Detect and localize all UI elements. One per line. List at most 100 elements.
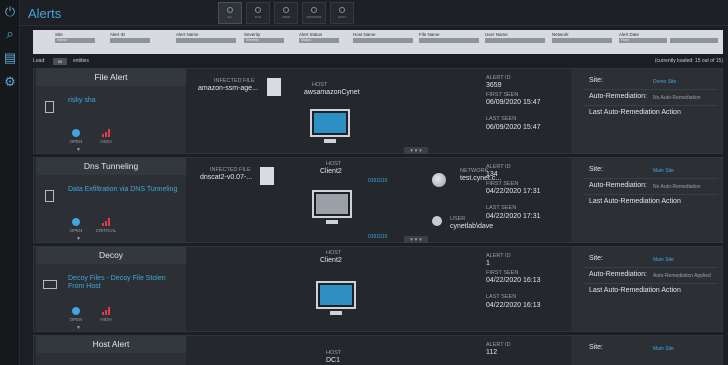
alert-id-label: ALERT ID <box>486 253 511 259</box>
filter-input[interactable]: Status <box>299 38 339 43</box>
expand-button[interactable]: ▼▼▼ <box>404 236 428 243</box>
site-value[interactable]: Demo Site <box>653 79 676 85</box>
alert-row[interactable]: Host Alert HOST DC1 ALERT ID 112 Site: M… <box>33 335 723 365</box>
infected-file-label: INFECTED FILE <box>210 167 251 173</box>
file-icon <box>267 78 281 96</box>
filter-label: User Name <box>485 32 508 37</box>
tab-label: ALL <box>227 15 233 19</box>
alert-id-value: 1 <box>486 260 490 267</box>
filter-input[interactable]: Severity <box>244 38 284 43</box>
remediation-panel: Site: Demo Site Auto-Remediation: No Aut… <box>572 69 722 153</box>
first-seen-label: FIRST SEEN <box>486 181 519 187</box>
user-icon <box>283 7 289 13</box>
alert-info: ALERT ID 112 <box>484 336 569 365</box>
filter-network[interactable]: Network <box>552 32 612 43</box>
filter-alert-date[interactable]: Alert Date From <box>619 32 718 43</box>
site-value[interactable]: Main Site <box>653 257 674 263</box>
filter-alert-status[interactable]: Alert Status Status <box>299 32 339 43</box>
filter-input[interactable] <box>353 38 413 43</box>
tab-host[interactable]: HOST <box>330 2 354 24</box>
filter-bar: Site Select Alert ID Alert Name Severity S… <box>33 30 723 54</box>
severity-label: HIGH <box>100 139 112 144</box>
alert-id-value: 134 <box>486 171 498 178</box>
auto-remediation-label: Auto-Remediation: <box>589 182 647 189</box>
host-label: HOST <box>312 82 328 88</box>
alert-category: Decoy <box>36 247 186 264</box>
host-label: HOST <box>326 161 342 167</box>
alert-id-label: ALERT ID <box>486 164 511 170</box>
filter-input[interactable] <box>552 38 612 43</box>
first-seen-value: 04/22/2020 16:13 <box>486 277 541 284</box>
infected-file-value: dnscat2-v0.07-... <box>200 174 253 181</box>
tab-network[interactable]: NETWORK <box>302 2 326 24</box>
filter-file-name[interactable]: File Name <box>419 32 479 43</box>
status-label: OPEN <box>69 228 83 233</box>
tab-file[interactable]: FILE <box>246 2 270 24</box>
load-row: Load: 50 entities (currently loaded: 15 … <box>33 58 723 68</box>
filter-label: Alert Status <box>299 32 323 37</box>
filter-input-from[interactable]: From <box>619 38 667 43</box>
alert-card[interactable]: File Alert risky sha OPEN HIGH ▼ <box>36 69 186 153</box>
alert-row[interactable]: File Alert risky sha OPEN HIGH ▼ INFECTE… <box>33 68 723 154</box>
alert-card[interactable]: Dns Tunneling Data Exfiltration via DNS … <box>36 158 186 242</box>
power-icon[interactable]: ⏻ <box>2 4 18 20</box>
filter-input[interactable] <box>176 38 236 43</box>
status-open[interactable]: OPEN <box>62 129 90 144</box>
filter-alert-name[interactable]: Alert Name <box>176 32 236 43</box>
alert-card[interactable]: Host Alert <box>36 336 186 365</box>
divider <box>583 194 718 195</box>
play-icon <box>72 218 80 226</box>
filter-input[interactable] <box>110 38 150 43</box>
alert-row[interactable]: Decoy Decoy Files - Decoy File Stolen Fr… <box>33 246 723 332</box>
alert-name[interactable]: Data Exfiltration via DNS Tunneling <box>68 186 178 194</box>
gear-icon[interactable]: ⚙ <box>2 74 18 90</box>
tab-user[interactable]: USER <box>274 2 298 24</box>
site-label: Site: <box>589 166 604 173</box>
site-label: Site: <box>589 344 604 351</box>
alerts-panel: Site Select Alert ID Alert Name Severity S… <box>33 30 723 365</box>
alert-card[interactable]: Decoy Decoy Files - Decoy File Stolen Fr… <box>36 247 186 331</box>
load-select[interactable]: 50 <box>53 58 67 65</box>
remediation-panel: Site: Main Site <box>572 336 722 365</box>
alert-name[interactable]: risky sha <box>68 97 178 105</box>
chevron-down-icon[interactable]: ▼ <box>76 147 81 153</box>
filter-label: Alert Name <box>176 32 199 37</box>
alert-category: File Alert <box>36 69 186 86</box>
filter-input[interactable]: Select <box>55 38 95 43</box>
chevron-down-icon[interactable]: ▼ <box>76 236 81 242</box>
computer-icon <box>310 109 350 137</box>
alert-id-value: 112 <box>486 349 498 356</box>
filter-user-name[interactable]: User Name <box>485 32 545 43</box>
filter-alert-id[interactable]: Alert ID <box>110 32 150 43</box>
document-icon[interactable]: ▤ <box>2 50 18 66</box>
screen <box>314 113 346 133</box>
filter-input-to[interactable] <box>670 38 718 43</box>
tab-all[interactable]: ALL <box>218 2 242 24</box>
filter-host-name[interactable]: Host Name <box>353 32 413 43</box>
site-value[interactable]: Main Site <box>653 346 674 352</box>
status-open[interactable]: OPEN <box>62 218 90 233</box>
severity-indicator: CRITICAL <box>92 218 120 233</box>
site-value[interactable]: Main Site <box>653 168 674 174</box>
filter-input[interactable] <box>419 38 479 43</box>
alert-diagram: INFECTED FILE amazon-ssm-age... HOST aws… <box>192 69 480 154</box>
status-open[interactable]: OPEN <box>62 307 90 322</box>
monitor-icon <box>43 280 57 289</box>
page-title: Alerts <box>28 6 62 21</box>
host-value: awsamazonCynet <box>304 89 360 96</box>
alert-row[interactable]: Dns Tunneling Data Exfiltration via DNS … <box>33 157 723 243</box>
user-icon <box>432 216 442 226</box>
load-status: (currently loaded: 15 out of 15) <box>654 58 723 64</box>
filter-site[interactable]: Site Select <box>55 32 95 43</box>
expand-button[interactable]: ▼▼▼ <box>404 147 428 154</box>
alert-info: ALERT ID 134 FIRST SEEN 04/22/2020 17:31… <box>484 158 569 242</box>
tab-label: NETWORK <box>306 15 322 19</box>
last-seen-value: 04/22/2020 16:13 <box>486 302 541 309</box>
filter-input[interactable] <box>485 38 545 43</box>
chevron-down-icon[interactable]: ▼ <box>76 325 81 331</box>
alert-name[interactable]: Decoy Files - Decoy File Stolen From Hos… <box>68 275 178 291</box>
last-action-label: Last Auto-Remediation Action <box>589 287 681 294</box>
search-icon[interactable]: ⌕ <box>2 26 18 42</box>
all-icon <box>227 7 233 13</box>
filter-severity[interactable]: Severity Severity <box>244 32 284 43</box>
